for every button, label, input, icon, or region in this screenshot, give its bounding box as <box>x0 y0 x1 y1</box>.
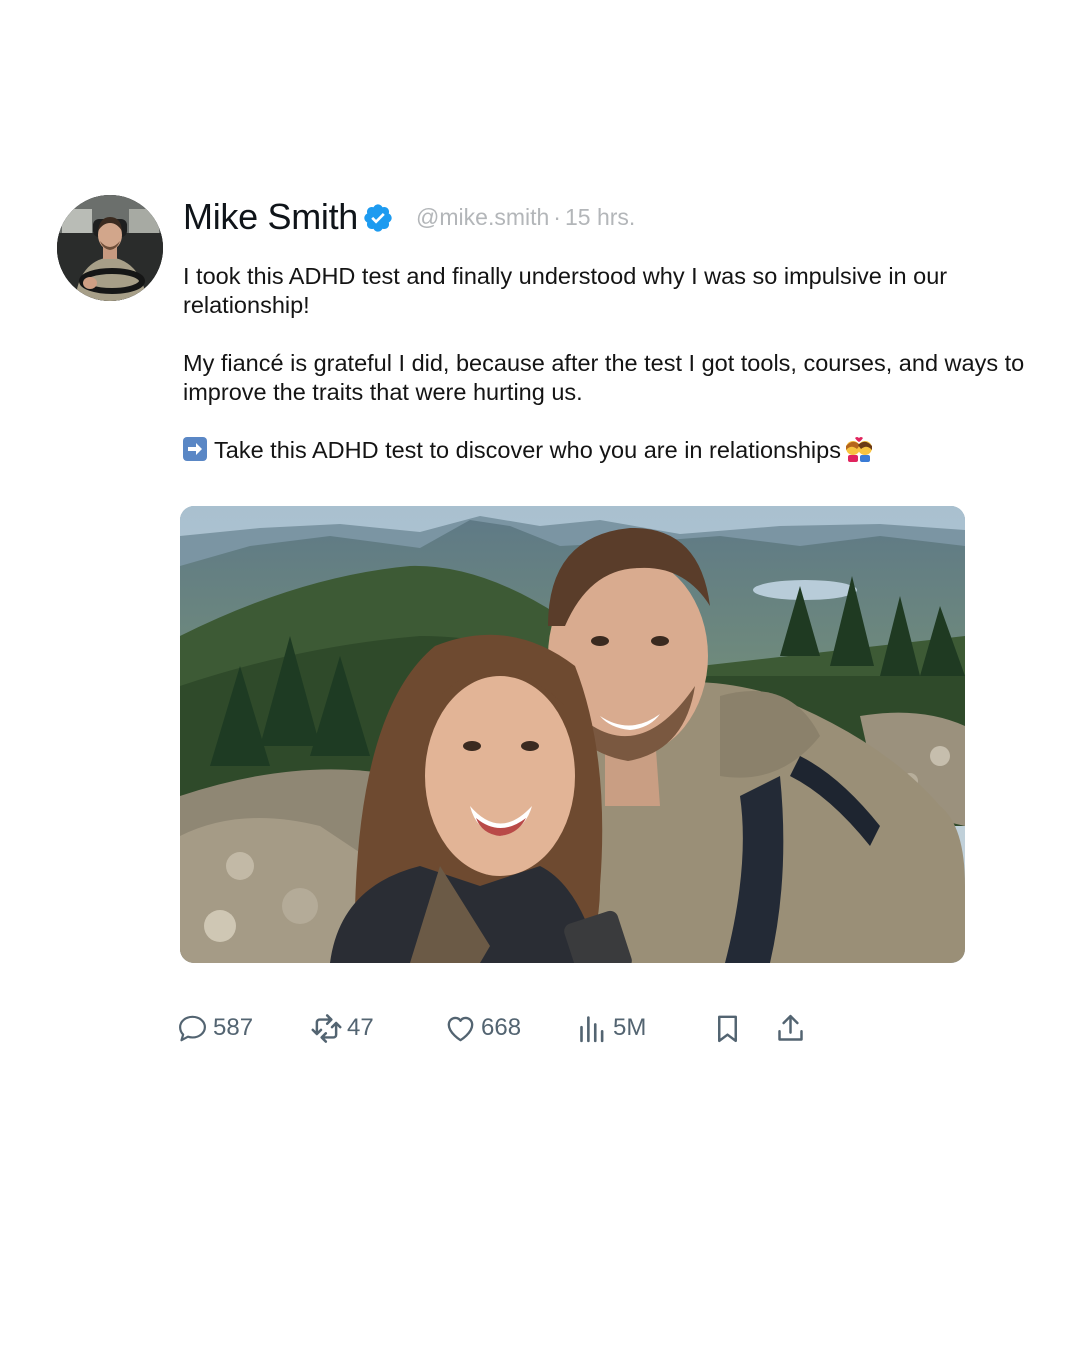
avatar[interactable] <box>57 195 163 301</box>
post-paragraph-3-text: Take this ADHD test to discover who you … <box>214 437 841 463</box>
repost-button[interactable]: 47 <box>310 1006 374 1050</box>
avatar-image <box>57 195 163 301</box>
verified-badge-icon <box>364 204 392 232</box>
views-chart-icon <box>580 1015 604 1042</box>
heart-icon <box>447 1016 474 1041</box>
views-button[interactable]: 5M <box>576 1006 646 1050</box>
post-paragraph-1: I took this ADHD test and finally unders… <box>183 263 948 318</box>
repost-count: 47 <box>347 1014 374 1041</box>
right-arrow-emoji-icon <box>183 437 207 461</box>
bookmark-button[interactable] <box>711 1006 744 1050</box>
post-paragraph-2: My fiancé is grateful I did, because aft… <box>183 350 1025 405</box>
post-photo[interactable] <box>180 506 965 963</box>
selfie-photo <box>180 506 965 963</box>
reply-count: 587 <box>213 1014 254 1041</box>
bookmark-icon <box>718 1015 737 1042</box>
post-paragraph-3: Take this ADHD test to discover who you … <box>183 436 1043 465</box>
post-card: Mike Smith @mike.smith · 15 hrs. I took … <box>0 0 1080 1350</box>
share-icon <box>778 1014 803 1041</box>
views-count: 5M <box>613 1014 647 1041</box>
reply-icon <box>179 1015 206 1041</box>
like-count: 668 <box>481 1014 522 1041</box>
post-header: Mike Smith @mike.smith · 15 hrs. <box>183 196 635 238</box>
reply-button[interactable]: 587 <box>176 1006 253 1050</box>
post-timestamp[interactable]: 15 hrs. <box>565 204 635 231</box>
share-button[interactable] <box>774 1006 807 1050</box>
repost-icon <box>311 1013 342 1043</box>
separator-dot: · <box>553 203 561 230</box>
post-body: I took this ADHD test and finally unders… <box>183 262 1043 465</box>
like-button[interactable]: 668 <box>444 1006 521 1050</box>
author-name[interactable]: Mike Smith <box>183 196 358 238</box>
author-handle[interactable]: @mike.smith <box>416 204 549 231</box>
couple-kiss-emoji-icon <box>845 437 872 462</box>
